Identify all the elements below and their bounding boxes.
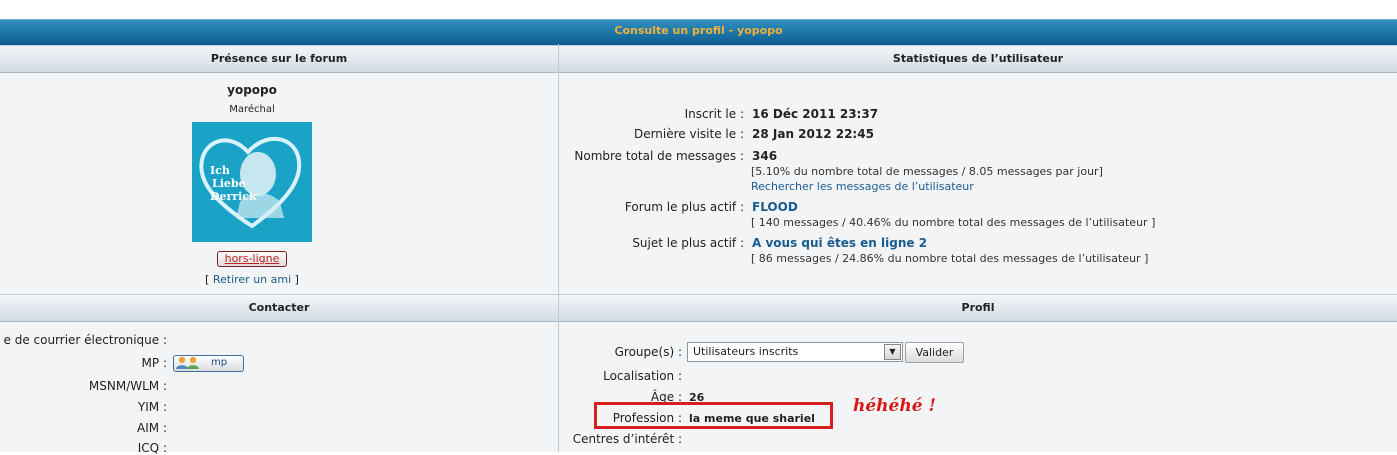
- avatar: Ich Liebe Derrick: [192, 122, 312, 242]
- heart-icon: Ich Liebe Derrick: [199, 136, 302, 229]
- registered-value: 16 Déc 2011 23:37: [752, 107, 879, 121]
- remove-friend-link[interactable]: Retirer un ami: [213, 273, 291, 286]
- yim-label: YIM :: [137, 400, 167, 414]
- title-bar: Consulte un profil - yopopo: [0, 19, 1397, 46]
- active-forum-link[interactable]: FLOOD: [752, 200, 798, 214]
- presence-header: Présence sur le forum: [0, 45, 558, 73]
- total-messages-label: Nombre total de messages :: [574, 149, 744, 163]
- pm-button[interactable]: mp: [173, 355, 244, 372]
- aim-label: AIM :: [137, 421, 167, 435]
- profession-highlight-box: [594, 402, 833, 429]
- validate-button[interactable]: Valider: [905, 342, 964, 363]
- avatar-word-2: Liebe: [212, 177, 246, 190]
- bracket-open: [: [205, 273, 210, 286]
- users-icon: [176, 356, 199, 369]
- icq-label: ICQ :: [137, 441, 167, 455]
- avatar-word-3: Derrick: [210, 190, 257, 203]
- search-user-messages-link[interactable]: Rechercher les messages de l’utilisateur: [751, 180, 974, 193]
- user-rank: Maréchal: [229, 104, 275, 115]
- msn-label: MSNM/WLM :: [88, 379, 167, 393]
- email-label: e de courrier électronique :: [3, 333, 168, 347]
- offline-status-button[interactable]: hors-ligne: [217, 251, 287, 267]
- stats-header: Statistiques de l’utilisateur: [559, 45, 1397, 73]
- pm-button-label: mp: [211, 357, 228, 368]
- registered-label: Inscrit le :: [684, 107, 744, 121]
- pm-label: MP :: [141, 356, 167, 370]
- column-divider: [558, 44, 559, 452]
- last-visit-value: 28 Jan 2012 22:45: [752, 127, 874, 141]
- group-select[interactable]: Utilisateurs inscrits ▼: [687, 342, 903, 362]
- group-label: Groupe(s) :: [614, 345, 682, 359]
- group-selected-value: Utilisateurs inscrits: [693, 345, 799, 358]
- top-strip: [0, 0, 1397, 20]
- active-topic-link[interactable]: A vous qui êtes en ligne 2: [752, 236, 927, 250]
- bracket-close: ]: [294, 273, 299, 286]
- total-messages-value: 346: [752, 149, 778, 163]
- avatar-word-1: Ich: [210, 164, 230, 177]
- active-topic-detail: [ 86 messages / 24.86% du nombre total d…: [751, 252, 1149, 265]
- remove-friend-line: [ Retirer un ami ]: [0, 273, 504, 286]
- page-title: Consulte un profil - yopopo: [614, 24, 783, 37]
- contact-header: Contacter: [0, 294, 558, 322]
- profile-panel: [559, 322, 1397, 452]
- active-forum-label: Forum le plus actif :: [624, 200, 744, 214]
- interests-label: Centres d’intérêt :: [572, 432, 682, 446]
- last-visit-label: Dernière visite le :: [633, 127, 744, 141]
- total-messages-detail: [5.10% du nombre total de messages / 8.0…: [751, 165, 1103, 178]
- active-topic-label: Sujet le plus actif :: [632, 236, 744, 250]
- handwritten-annotation: héhéhé !: [853, 396, 936, 416]
- location-label: Localisation :: [603, 369, 682, 383]
- active-forum-detail: [ 140 messages / 40.46% du nombre total …: [751, 216, 1156, 229]
- username: yopopo: [227, 83, 277, 97]
- chevron-down-icon[interactable]: ▼: [884, 344, 901, 360]
- profile-header: Profil: [559, 294, 1397, 322]
